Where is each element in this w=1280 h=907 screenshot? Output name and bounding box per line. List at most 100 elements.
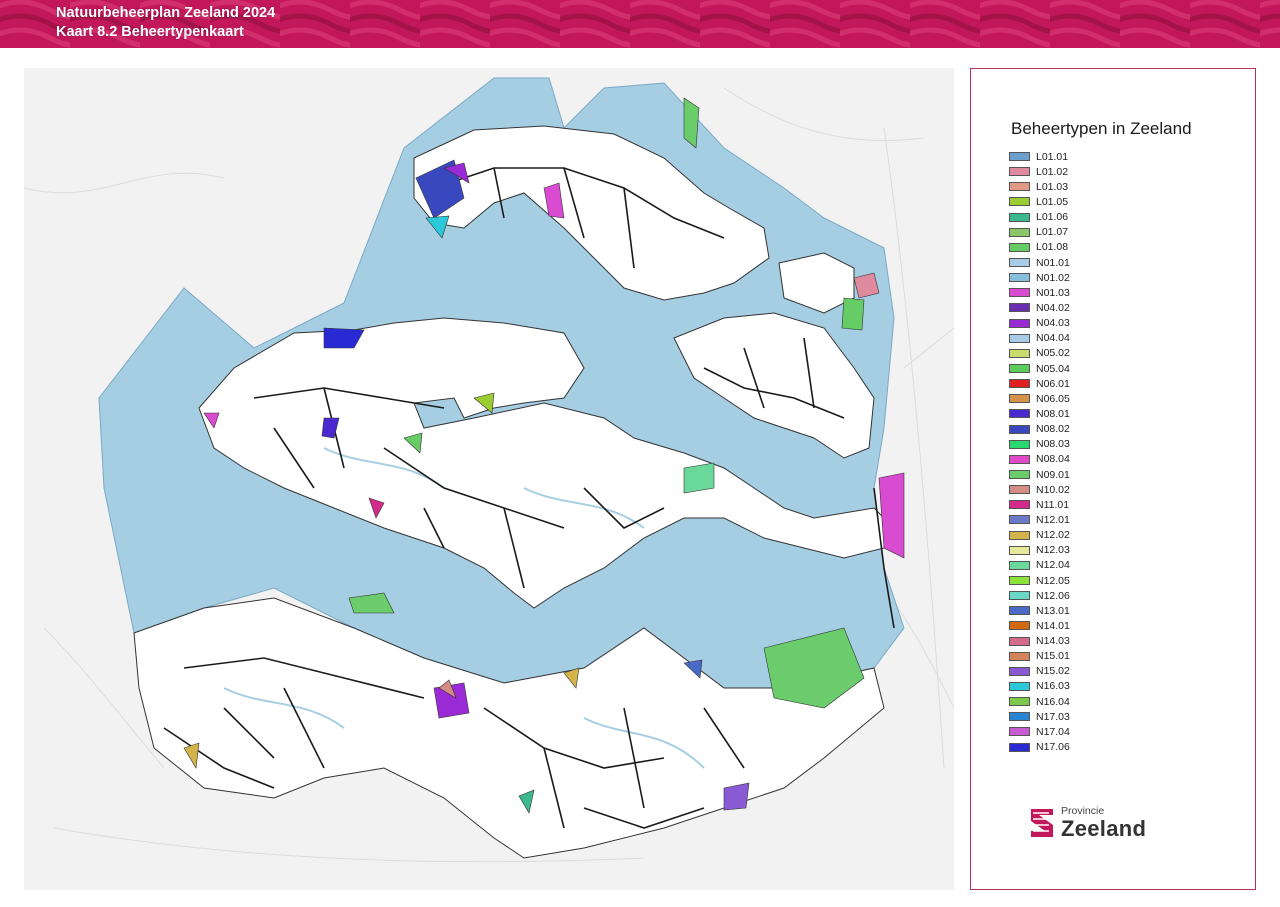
legend-item: L01.05 (1009, 194, 1070, 209)
legend-swatch (1009, 424, 1030, 434)
legend-swatch (1009, 681, 1030, 691)
legend-item: N12.04 (1009, 558, 1070, 573)
legend-swatch (1009, 454, 1030, 464)
legend-item: N05.04 (1009, 361, 1070, 376)
legend-swatch (1009, 333, 1030, 343)
legend-item: N15.01 (1009, 649, 1070, 664)
legend-list: L01.01 L01.02 L01.03 L01.05 L01.06 L01.07 L01.… (1009, 149, 1070, 755)
legend-label: L01.03 (1036, 180, 1069, 193)
legend-swatch (1009, 697, 1030, 707)
legend-item: N13.01 (1009, 603, 1070, 618)
legend-swatch (1009, 318, 1030, 328)
legend-item: N09.01 (1009, 467, 1070, 482)
legend-label: N16.03 (1036, 680, 1070, 693)
legend-swatch (1009, 576, 1030, 585)
legend-label: N17.03 (1036, 710, 1070, 723)
legend-label: N08.01 (1036, 407, 1070, 420)
legend-swatch (1009, 182, 1030, 192)
legend-label: N16.04 (1036, 695, 1070, 708)
legend-swatch (1009, 288, 1030, 298)
legend-swatch (1009, 712, 1030, 722)
legend-label: L01.08 (1036, 241, 1069, 254)
legend-item: N08.03 (1009, 437, 1070, 452)
legend-swatch (1009, 409, 1030, 419)
legend-item: N14.01 (1009, 618, 1070, 633)
legend-item: N12.02 (1009, 528, 1070, 543)
legend-label: N12.02 (1036, 529, 1070, 542)
legend-swatch (1009, 242, 1030, 252)
legend-swatch (1009, 152, 1030, 162)
legend-swatch (1009, 606, 1030, 616)
legend-label: N01.03 (1036, 286, 1070, 299)
legend-label: L01.06 (1036, 211, 1069, 224)
map-canvas (24, 77, 954, 863)
legend-label: L01.07 (1036, 226, 1069, 239)
legend-label: N01.01 (1036, 256, 1070, 269)
legend-swatch (1009, 515, 1030, 525)
legend-swatch (1009, 530, 1030, 540)
legend-item: N01.01 (1009, 255, 1070, 270)
legend-swatch (1009, 212, 1030, 222)
provincie-zeeland-logo: Provincie Zeeland (1029, 803, 1189, 845)
legend-item: N08.01 (1009, 406, 1070, 421)
map-view[interactable] (24, 68, 954, 890)
legend-swatch (1009, 545, 1030, 555)
legend-item: N12.06 (1009, 588, 1070, 603)
legend-swatch (1009, 500, 1030, 510)
legend-label: N08.03 (1036, 438, 1070, 451)
logo-line2: Zeeland (1061, 816, 1147, 841)
zeeland-lion-icon (1031, 809, 1053, 837)
legend-item: L01.03 (1009, 179, 1070, 194)
legend-item: N15.02 (1009, 664, 1070, 679)
legend-label: N06.01 (1036, 377, 1070, 390)
legend-item: L01.02 (1009, 164, 1070, 179)
legend-swatch (1009, 167, 1030, 177)
legend-label: N12.03 (1036, 544, 1070, 557)
legend-swatch (1009, 742, 1030, 752)
legend-panel: Beheertypen in Zeeland L01.01 L01.02 L01.0… (970, 68, 1256, 890)
legend-item: N12.03 (1009, 543, 1070, 558)
legend-item: N17.06 (1009, 739, 1070, 754)
legend-swatch (1009, 394, 1030, 404)
legend-swatch (1009, 485, 1030, 495)
legend-label: N12.04 (1036, 559, 1070, 572)
legend-item: N10.02 (1009, 482, 1070, 497)
page-header: Natuurbeheerplan Zeeland 2024 Kaart 8.2 … (0, 0, 1280, 48)
legend-label: N04.04 (1036, 332, 1070, 345)
legend-item: N01.03 (1009, 285, 1070, 300)
legend-label: N04.02 (1036, 301, 1070, 314)
legend-label: N14.03 (1036, 635, 1070, 648)
legend-swatch (1009, 666, 1030, 676)
legend-item: N06.05 (1009, 391, 1070, 406)
legend-swatch (1009, 621, 1030, 631)
legend-label: N12.06 (1036, 589, 1070, 602)
legend-swatch (1009, 379, 1030, 389)
legend-label: N08.02 (1036, 423, 1070, 436)
legend-item: N05.02 (1009, 346, 1070, 361)
legend-swatch (1009, 364, 1030, 374)
legend-label: N12.01 (1036, 513, 1070, 526)
legend-label: N15.01 (1036, 650, 1070, 663)
legend-item: N11.01 (1009, 497, 1070, 512)
legend-swatch (1009, 636, 1030, 646)
legend-swatch (1009, 591, 1030, 601)
legend-item: N04.03 (1009, 316, 1070, 331)
legend-swatch (1009, 258, 1030, 268)
legend-swatch (1009, 348, 1030, 358)
legend-item: N16.04 (1009, 694, 1070, 709)
legend-item: N12.01 (1009, 512, 1070, 527)
legend-label: N10.02 (1036, 483, 1070, 496)
header-subtitle: Kaart 8.2 Beheertypenkaart (56, 24, 244, 40)
legend-swatch (1009, 227, 1030, 237)
header-title: Natuurbeheerplan Zeeland 2024 (56, 5, 276, 21)
legend-label: L01.01 (1036, 150, 1069, 163)
legend-item: L01.01 (1009, 149, 1070, 164)
legend-item: N08.04 (1009, 452, 1070, 467)
legend-swatch (1009, 439, 1030, 449)
legend-item: N04.02 (1009, 300, 1070, 315)
legend-label: N09.01 (1036, 468, 1070, 481)
legend-item: L01.07 (1009, 225, 1070, 240)
legend-swatch (1009, 273, 1030, 283)
legend-label: N12.05 (1036, 574, 1070, 587)
legend-label: N04.03 (1036, 317, 1070, 330)
